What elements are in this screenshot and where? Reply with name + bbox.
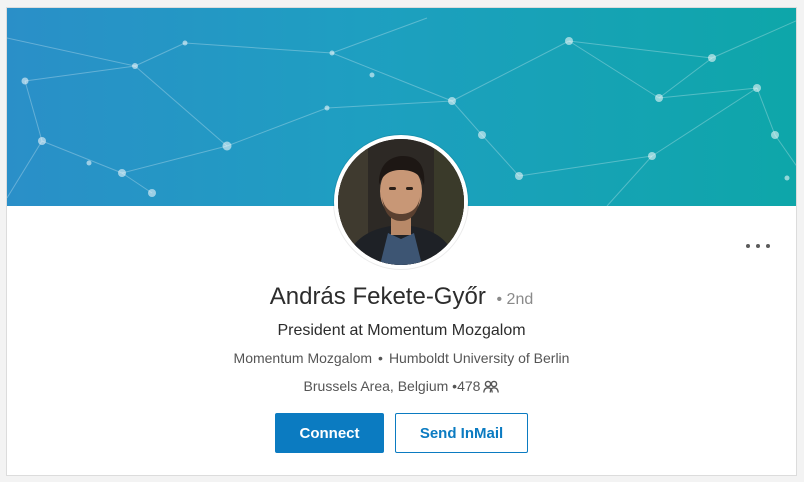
- profile-location-row: Brussels Area, Belgium •478: [7, 376, 796, 398]
- profile-info: András Fekete-Győr • 2nd President at Mo…: [7, 282, 796, 398]
- connection-count[interactable]: •478: [452, 378, 480, 394]
- profile-avatar[interactable]: [334, 135, 468, 269]
- more-options-icon[interactable]: [746, 236, 770, 256]
- send-inmail-button[interactable]: Send InMail: [395, 413, 528, 453]
- connect-button[interactable]: Connect: [275, 413, 384, 453]
- education-school[interactable]: Humboldt University of Berlin: [389, 350, 570, 366]
- profile-card: András Fekete-Győr • 2nd President at Mo…: [6, 7, 797, 476]
- profile-headline: President at Momentum Mozgalom: [277, 322, 526, 339]
- people-icon: [483, 378, 500, 398]
- profile-name: András Fekete-Győr: [269, 283, 486, 310]
- profile-actions: Connect Send InMail: [7, 413, 796, 453]
- profile-photo: [338, 139, 464, 265]
- current-organization[interactable]: Momentum Mozgalom: [234, 350, 373, 366]
- connection-degree: • 2nd: [496, 291, 534, 308]
- profile-location: Brussels Area, Belgium: [303, 378, 449, 394]
- separator-dot: •: [378, 350, 383, 366]
- profile-organizations: Momentum Mozgalom • Humboldt University of…: [7, 348, 796, 368]
